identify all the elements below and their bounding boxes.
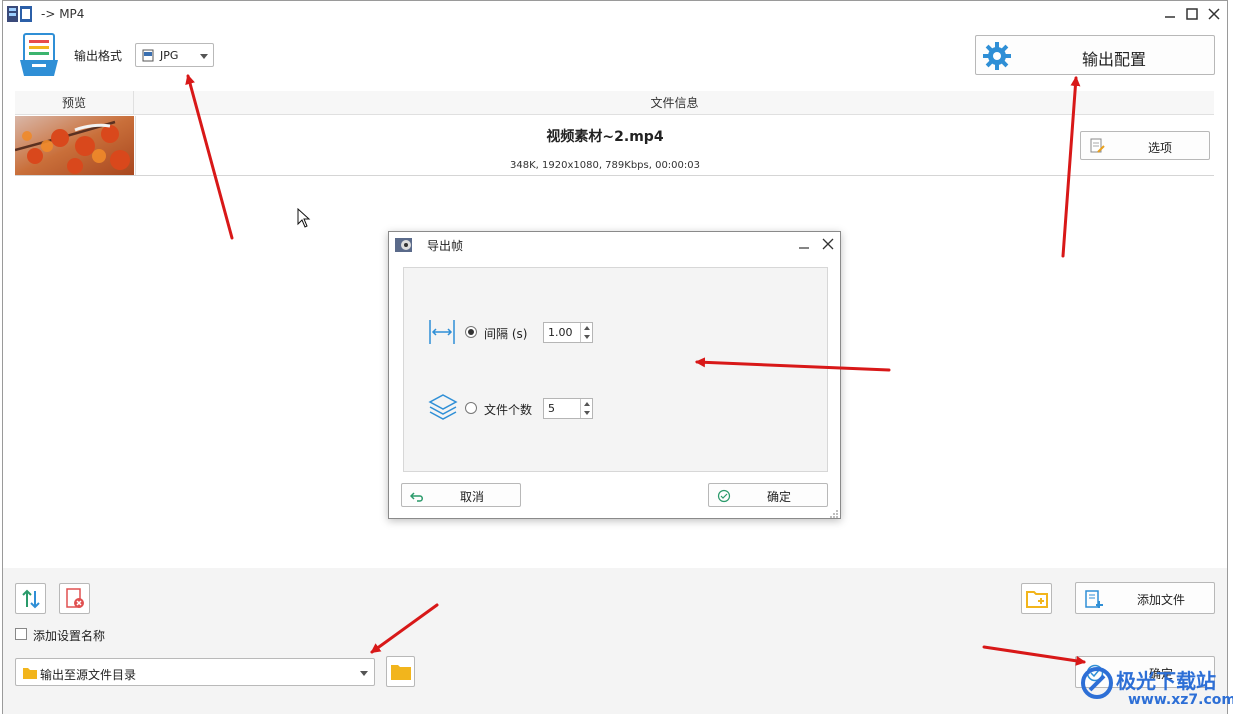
dialog-title: 导出帧 [427,239,464,253]
watermark: 极光下载站 www.xz7.com [1080,662,1233,714]
dialog-content-panel: 间隔 (s) 1.00 文件个数 5 [403,267,828,472]
video-thumbnail [15,116,134,175]
format-label: 输出格式 [74,49,123,63]
file-count-value: 5 [548,402,555,415]
window-title: -> MP4 [41,7,85,21]
folder-plus-icon [1025,590,1048,608]
folder-icon [22,666,38,683]
app-icon [6,5,34,26]
close-icon [822,238,834,250]
dialog-ok-button[interactable]: 确定 [708,483,828,507]
table-row[interactable]: 视频素材~2.mp4 348K, 1920x1080, 789Kbps, 00:… [15,116,1214,176]
watermark-logo-icon [1080,666,1114,703]
interval-label: 间隔 (s) [484,327,528,341]
delete-file-icon [65,587,84,608]
interval-arrows-icon [428,319,456,348]
export-frames-dialog: 导出帧 间隔 (s) 1.00 文件个数 5 取消 确定 [388,231,841,519]
sort-button[interactable] [15,583,46,614]
title-bar: -> MP4 [3,1,1227,27]
file-table-header: 预览 文件信息 [15,91,1214,115]
output-config-label: 输出配置 [1081,50,1146,69]
add-folder-button[interactable] [1021,583,1052,614]
file-count-stepper[interactable] [580,399,592,418]
interval-stepper[interactable] [580,323,592,342]
dialog-cancel-button[interactable]: 取消 [401,483,521,507]
close-icon [1208,8,1220,20]
open-folder-icon [390,664,411,680]
dialog-close-button[interactable] [817,234,839,254]
sort-arrows-icon [21,589,40,608]
minimize-icon [1165,16,1175,18]
dialog-ok-label: 确定 [766,490,791,504]
format-value: JPG [160,49,179,62]
file-count-spinbox[interactable]: 5 [543,398,593,419]
interval-value: 1.00 [548,326,573,339]
chevron-down-icon [360,671,368,676]
add-settings-name-checkbox[interactable] [15,628,27,640]
options-label: 选项 [1147,141,1172,155]
jpg-file-icon [142,49,154,65]
interval-spinbox[interactable]: 1.00 [543,322,593,343]
add-file-label: 添加文件 [1136,593,1185,607]
column-header-preview: 预览 [15,91,134,115]
add-file-button[interactable]: 添加文件 [1075,582,1215,614]
file-count-radio[interactable] [465,402,477,414]
output-config-button[interactable]: 输出配置 [975,35,1215,75]
output-directory-select[interactable]: 输出至源文件目录 [15,658,375,686]
chevron-down-icon [200,54,208,59]
minimize-icon [799,247,809,249]
maximize-icon [1186,8,1198,20]
layers-icon [428,393,458,424]
dialog-minimize-button[interactable] [793,234,815,254]
resize-grip-icon[interactable] [829,508,839,522]
remove-file-button[interactable] [59,583,90,614]
file-count-label: 文件个数 [484,403,533,417]
file-details: 348K, 1920x1080, 789Kbps, 00:00:03 [510,160,700,171]
format-app-icon [18,32,60,81]
close-button[interactable] [1201,3,1227,25]
format-select[interactable]: JPG [135,43,214,67]
watermark-brand: 极光下载站 [1116,669,1216,693]
file-name: 视频素材~2.mp4 [546,129,664,145]
dialog-cancel-label: 取消 [459,490,484,504]
add-settings-name-label: 添加设置名称 [33,629,106,643]
interval-radio[interactable] [465,326,477,338]
browse-folder-button[interactable] [386,656,415,687]
dialog-app-icon [394,236,414,257]
output-directory-value: 输出至源文件目录 [40,668,137,682]
mouse-cursor-icon [297,207,311,231]
column-header-file-info: 文件信息 [650,96,699,110]
options-button[interactable]: 选项 [1080,131,1210,160]
watermark-url: www.xz7.com [1128,692,1233,708]
